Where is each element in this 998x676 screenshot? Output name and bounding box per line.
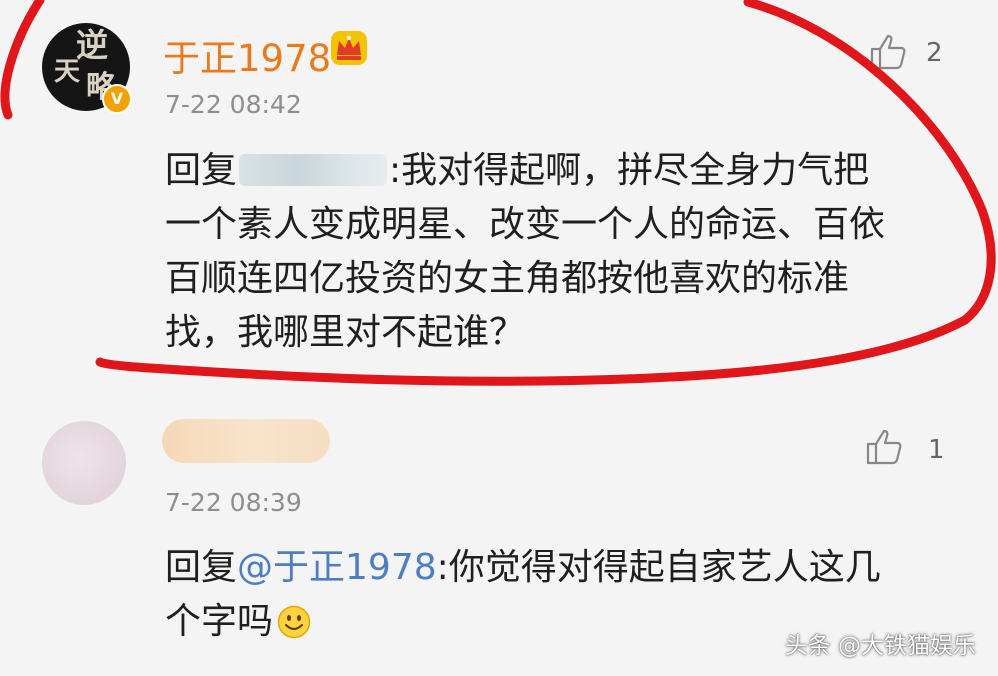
crown-vip-icon bbox=[331, 31, 367, 65]
avatar-lettering: 逆 bbox=[76, 26, 109, 64]
reply-prefix: 回复 bbox=[165, 547, 238, 588]
watermark: 头条 @大铁猫娱乐 bbox=[784, 633, 976, 659]
thumbs-up-icon[interactable] bbox=[864, 427, 904, 467]
comment-line: 一个素人变成明星、改变一个人的命运、百依 bbox=[165, 204, 886, 245]
comment-line: 百顺连四亿投资的女主角都按他喜欢的标准 bbox=[165, 258, 850, 299]
comment-time: 7-22 08:39 bbox=[165, 488, 302, 517]
comment-line: :我对得起啊，拼尽全身力气把 bbox=[389, 150, 870, 191]
comment-line: 找，我哪里对不起谁？ bbox=[165, 312, 526, 353]
reply-prefix: 回复 bbox=[165, 150, 238, 191]
comment-item: 逆 天 略 V 于正1978 7-22 08:42 2 回复:我对得起啊，拼尽全… bbox=[0, 0, 998, 395]
smiley-emoji-icon bbox=[277, 605, 311, 639]
like-count: 1 bbox=[928, 435, 945, 465]
comment-text: 回复 :我对得起啊，拼尽全身力气把 一个素人变成明星、改变一个人的命运、百依 百顺… bbox=[165, 144, 955, 360]
blurred-username bbox=[162, 419, 330, 463]
blurred-reply-target bbox=[239, 154, 388, 186]
comment-time: 7-22 08:42 bbox=[165, 90, 302, 119]
comment-line: :你觉得对得起自家艺人这几 bbox=[436, 547, 881, 588]
like-count: 2 bbox=[926, 38, 943, 68]
mention-link[interactable]: @于正1978 bbox=[237, 547, 437, 588]
thumbs-up-icon[interactable] bbox=[868, 32, 908, 72]
verified-badge-icon: V bbox=[102, 84, 132, 114]
username[interactable]: 于正1978 bbox=[163, 28, 331, 82]
blurred-avatar[interactable] bbox=[42, 421, 126, 505]
comment-line: 个字吗 bbox=[165, 601, 274, 642]
